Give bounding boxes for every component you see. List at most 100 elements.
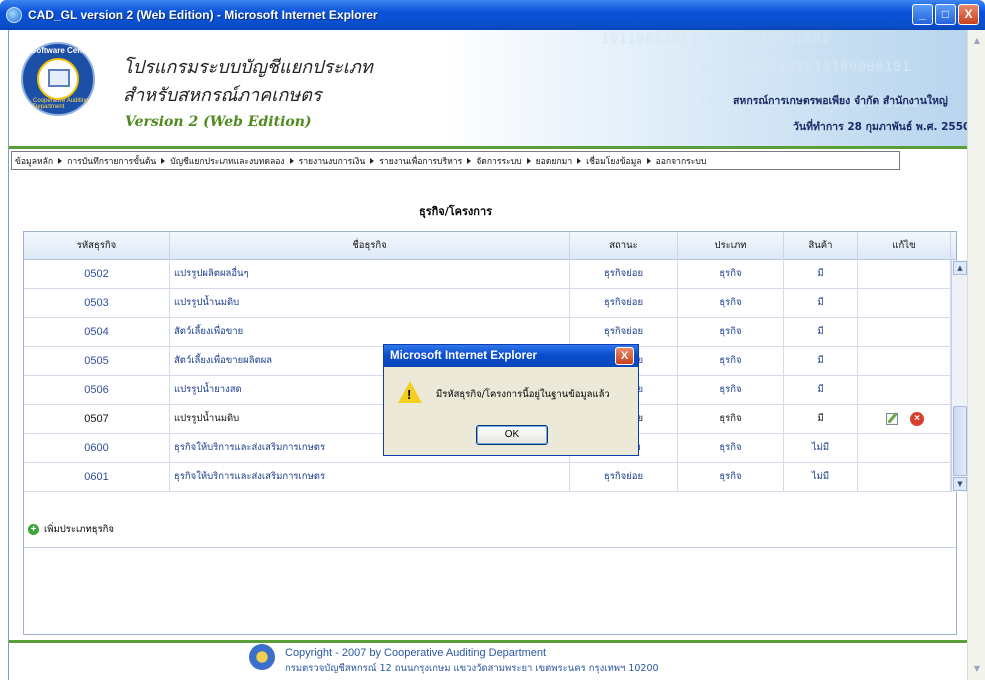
page-content: 10110011011100110010101001 1000100011000… [8,30,971,680]
business-type[interactable]: ธุรกิจ [678,405,784,433]
column-header-product[interactable]: สินค้า [784,232,858,260]
copyright-text: Copyright - 2007 by Cooperative Auditing… [285,647,547,659]
window-close-button[interactable]: X [958,4,979,25]
scroll-down-icon[interactable]: ▼ [970,662,984,676]
table-row[interactable]: 0502 แปรรูปผลิตผลอื่นๆ ธุรกิจย่อย ธุรกิจ… [24,260,951,289]
edit-cell [858,434,951,462]
business-code[interactable]: 0506 [24,376,170,404]
has-product[interactable]: ไม่มี [784,434,858,462]
menu-item-ledger[interactable]: บัญชีแยกประเภทและงบทดลอง [170,154,294,168]
menu-item-data-link[interactable]: เชื่อมโยงข้อมูล [586,154,651,168]
business-name[interactable]: ธุรกิจให้บริการและส่งเสริมการเกษตร [170,463,570,491]
internet-explorer-icon [6,7,22,23]
grid-header: รหัสธุรกิจ ชื่อธุรกิจ สถานะ ประเภท สินค้… [24,232,956,260]
dialog-titlebar: Microsoft Internet Explorer X [384,345,638,367]
header-divider [9,146,968,149]
delete-icon[interactable]: × [910,412,924,426]
warning-mark: ! [407,387,412,402]
menu-item-system[interactable]: จัดการระบบ [476,154,531,168]
has-product[interactable]: ไม่มี [784,463,858,491]
business-code[interactable]: 0601 [24,463,170,491]
business-name[interactable]: แปรรูปผลิตผลอื่นๆ [170,260,570,288]
menu-arrow-icon [370,157,375,164]
column-header-code[interactable]: รหัสธุรกิจ [24,232,170,260]
dialog-close-button[interactable]: X [615,347,634,365]
table-row[interactable]: 0601 ธุรกิจให้บริการและส่งเสริมการเกษตร … [24,463,951,492]
monitor-icon [48,69,70,87]
has-product[interactable]: มี [784,260,858,288]
maximize-button[interactable]: □ [935,4,956,25]
has-product[interactable]: มี [784,318,858,346]
ok-button[interactable]: OK [476,425,548,445]
has-product[interactable]: มี [784,376,858,404]
column-header-status[interactable]: สถานะ [570,232,678,260]
has-product[interactable]: มี [784,289,858,317]
transaction-date: วันที่ทำการ 28 กุมภาพันธ์ พ.ศ. 2550 [793,121,971,133]
menu-item-financial-reports[interactable]: รายงานงบการเงิน [299,154,375,168]
menu-item-management-reports[interactable]: รายงานเพื่อการบริหาร [379,154,472,168]
business-status[interactable]: ธุรกิจย่อย [570,463,678,491]
business-name[interactable]: แปรรูปน้ำนมดิบ [170,289,570,317]
column-header-name[interactable]: ชื่อธุรกิจ [170,232,570,260]
binary-decoration: 100010001100011100000101 [699,60,911,75]
menu-arrow-icon [646,157,651,164]
scroll-up-icon[interactable]: ▲ [953,261,967,275]
scroll-thumb[interactable] [953,406,967,476]
business-name[interactable]: สัตว์เลี้ยงเพื่อขาย [170,318,570,346]
grid-scrollbar[interactable]: ▲ ▼ [951,260,968,492]
menu-arrow-icon [526,157,531,164]
business-type[interactable]: ธุรกิจ [678,376,784,404]
menu-item-opening-balance[interactable]: ยอดยกมา [536,154,582,168]
scroll-down-icon[interactable]: ▼ [953,477,967,491]
scroll-up-icon[interactable]: ▲ [970,34,984,48]
business-code[interactable]: 0504 [24,318,170,346]
business-code[interactable]: 0507 [24,405,170,433]
address-text: กรมตรวจบัญชีสหกรณ์ 12 ถนนกรุงเกษม แขวงวั… [285,663,659,674]
menu-item-master-data[interactable]: ข้อมูลหลัก [15,154,63,168]
program-title: โปรแกรมระบบบัญชีแยกประเภท [123,57,373,78]
business-type[interactable]: ธุรกิจ [678,318,784,346]
table-row[interactable]: 0503 แปรรูปน้ำนมดิบ ธุรกิจย่อย ธุรกิจ มี [24,289,951,318]
column-header-type[interactable]: ประเภท [678,232,784,260]
organization-name: สหกรณ์การเกษตรพอเพียง จำกัด สำนักงานใหญ่ [733,95,948,107]
business-code[interactable]: 0503 [24,289,170,317]
business-status[interactable]: ธุรกิจย่อย [570,260,678,288]
business-status[interactable]: ธุรกิจย่อย [570,289,678,317]
window-titlebar: CAD_GL version 2 (Web Edition) - Microso… [0,0,985,30]
table-row[interactable]: 0504 สัตว์เลี้ยงเพื่อขาย ธุรกิจย่อย ธุรก… [24,318,951,347]
menu-item-initial-entry[interactable]: การบันทึกรายการขั้นต้น [67,154,166,168]
business-type[interactable]: ธุรกิจ [678,434,784,462]
business-code[interactable]: 0505 [24,347,170,375]
edit-cell [858,463,951,491]
business-type[interactable]: ธุรกิจ [678,260,784,288]
software-center-logo: Software Center Cooperative Auditing Dep… [21,42,95,116]
logo-bottom-text: Cooperative Auditing Department [33,98,89,110]
version-label: Version 2 (Web Edition) [125,114,312,130]
edit-cell [858,260,951,288]
browser-scrollbar[interactable]: ▲ ▼ [967,30,985,680]
menu-item-logout[interactable]: ออกจากระบบ [656,154,707,168]
business-type[interactable]: ธุรกิจ [678,463,784,491]
has-product[interactable]: มี [784,347,858,375]
main-menu: ข้อมูลหลัก การบันทึกรายการขั้นต้น บัญชีแ… [11,151,900,170]
edit-icon[interactable] [886,413,898,425]
department-seal-icon [249,644,275,670]
add-icon: + [28,524,39,535]
business-type[interactable]: ธุรกิจ [678,347,784,375]
minimize-button[interactable]: _ [912,4,933,25]
business-code[interactable]: 0600 [24,434,170,462]
menu-arrow-icon [577,157,582,164]
window-title: CAD_GL version 2 (Web Edition) - Microso… [28,8,378,22]
business-type[interactable]: ธุรกิจ [678,289,784,317]
has-product[interactable]: มี [784,405,858,433]
program-subtitle: สำหรับสหกรณ์ภาคเกษตร [123,85,322,106]
business-code[interactable]: 0502 [24,260,170,288]
business-status[interactable]: ธุรกิจย่อย [570,318,678,346]
dialog-message: มีรหัสธุรกิจ/โครงการนี้อยู่ในฐานข้อมูลแล… [436,389,610,400]
edit-cell [858,318,951,346]
logo-text: Software Center [31,46,93,55]
alert-dialog: Microsoft Internet Explorer X ! มีรหัสธุ… [383,344,639,456]
binary-decoration: 10110011011100110010101001 [601,32,831,47]
add-business-type-link[interactable]: + เพิ่มประเภทธุรกิจ [28,522,114,537]
add-business-type-label: เพิ่มประเภทธุรกิจ [44,524,114,535]
